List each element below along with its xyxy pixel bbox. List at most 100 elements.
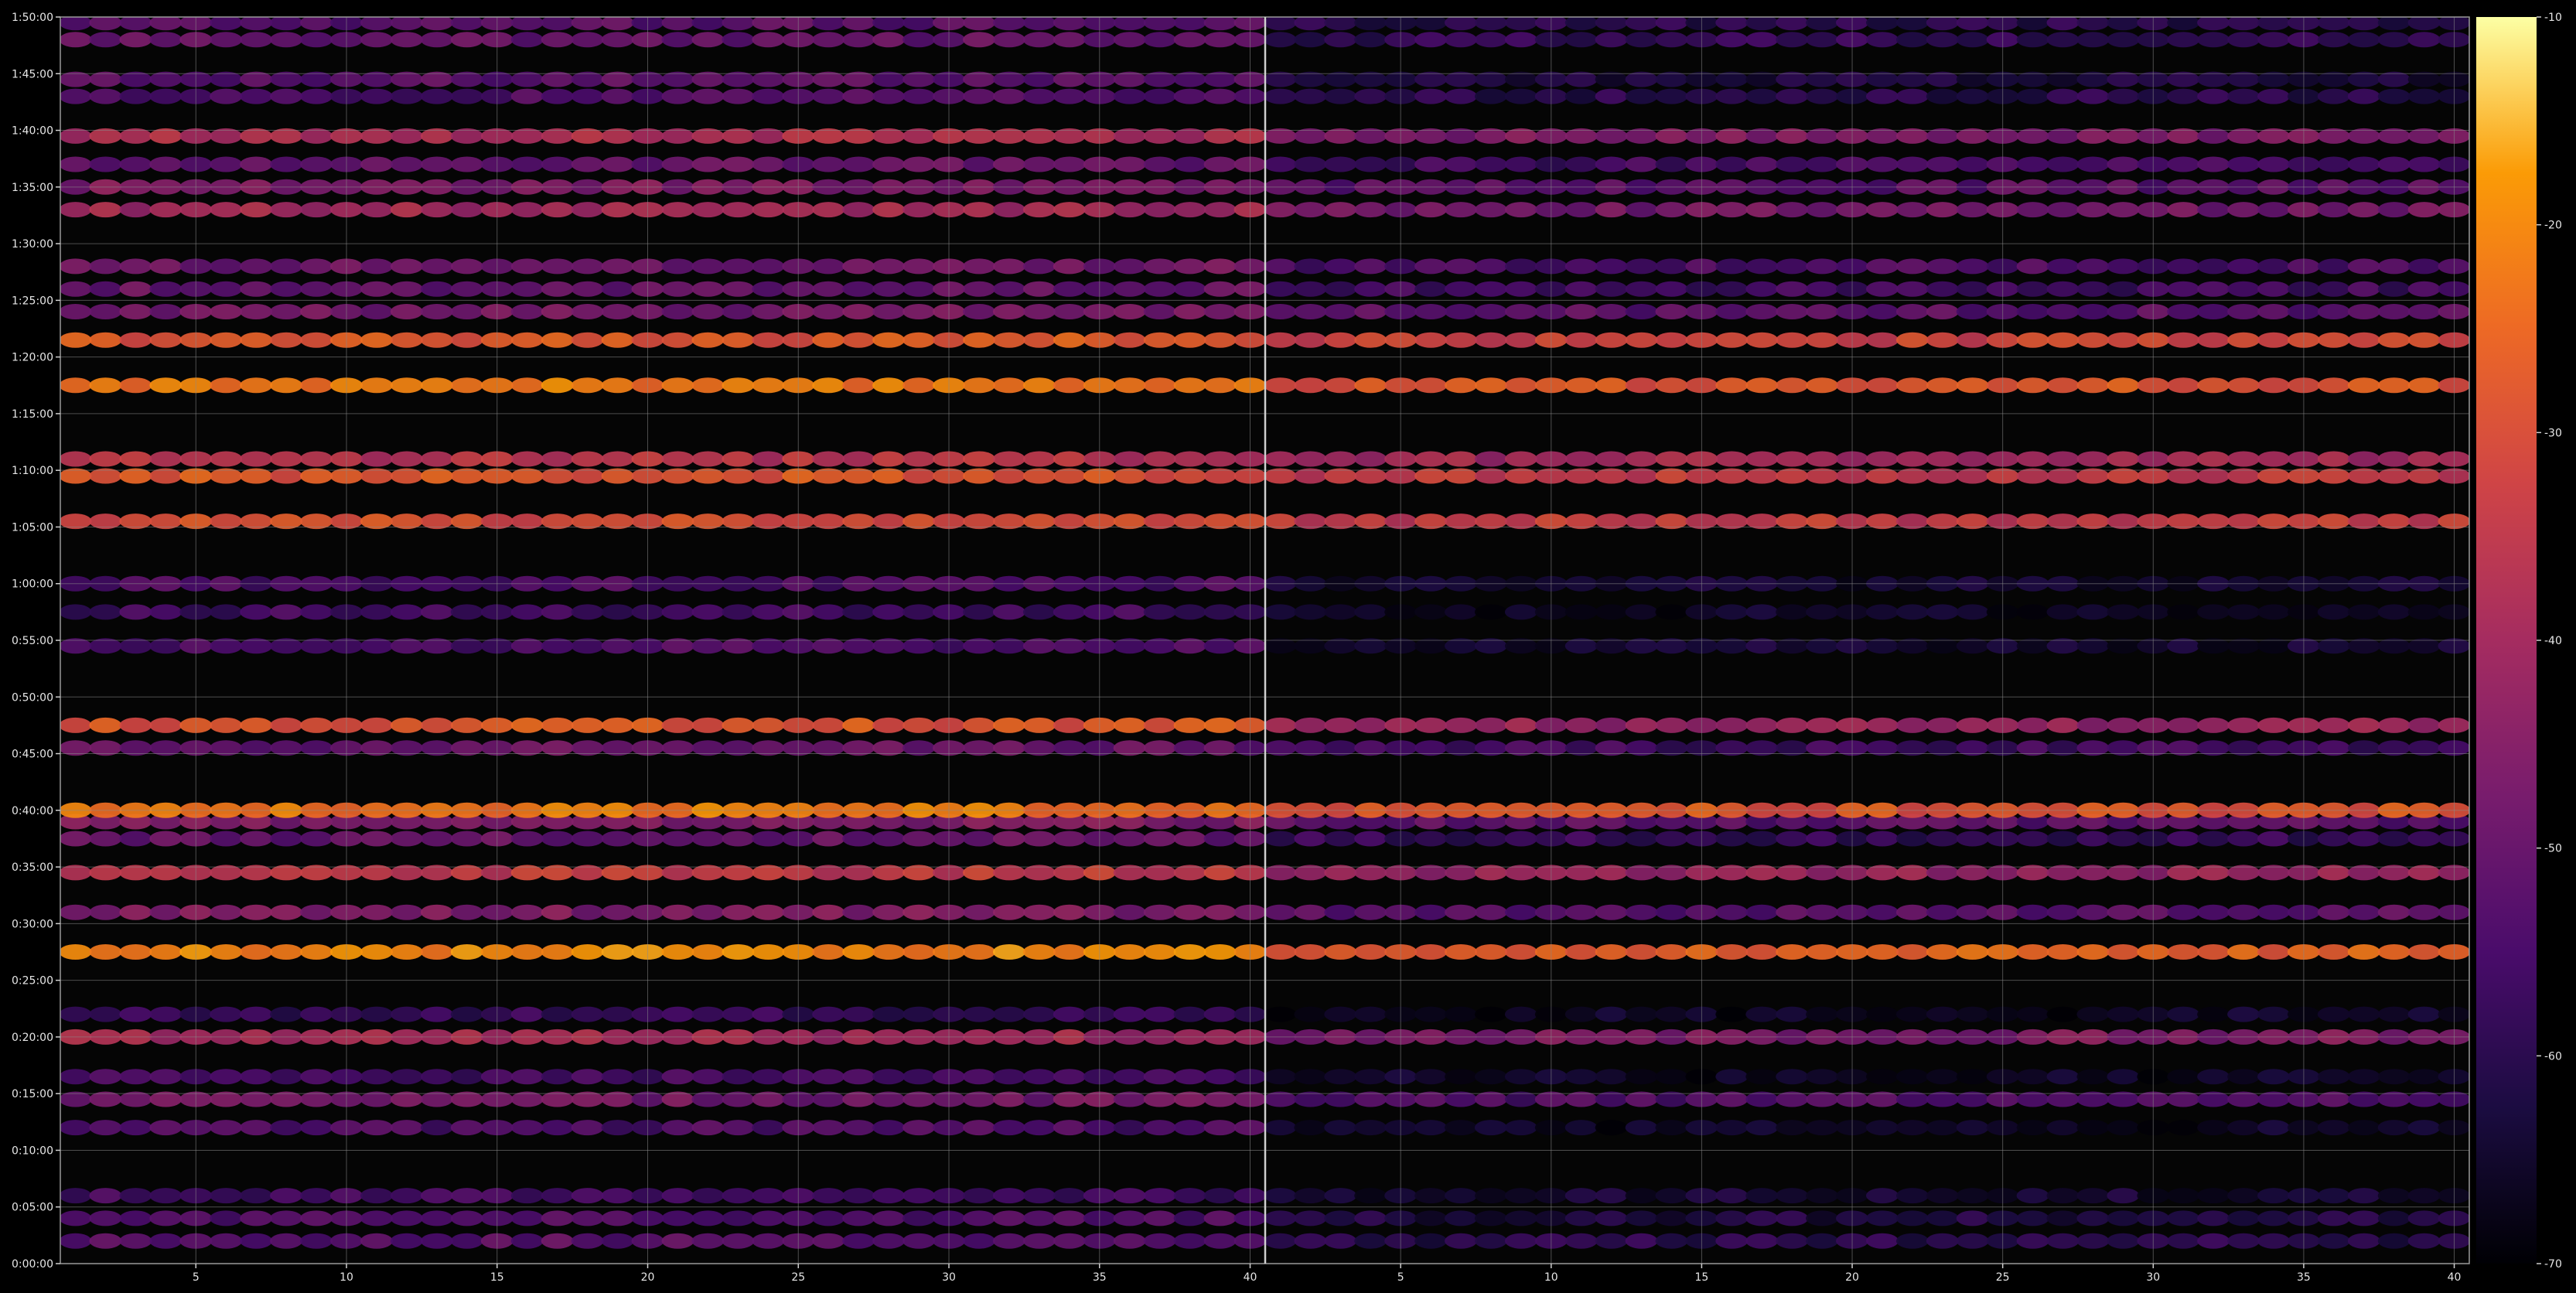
heatmap-cell: [119, 904, 152, 920]
heatmap-cell: [60, 258, 92, 275]
heatmap-cell: [1895, 258, 1929, 275]
heatmap-cell: [752, 377, 785, 394]
heatmap-cell: [420, 281, 453, 297]
heatmap-cell: [2227, 202, 2260, 218]
heatmap-cell: [1595, 904, 1628, 920]
heatmap-cell: [270, 304, 303, 319]
y-tick-label: 0:00:00: [12, 1258, 53, 1271]
heatmap-cell: [2076, 258, 2110, 275]
heatmap-cell: [2076, 156, 2110, 172]
heatmap-cell: [89, 1233, 122, 1249]
heatmap-cell: [360, 1120, 393, 1136]
heatmap-cell: [541, 451, 574, 467]
heatmap-cell: [2257, 258, 2290, 275]
heatmap-cell: [210, 831, 243, 847]
heatmap-cell: [119, 831, 152, 847]
heatmap-cell: [2046, 258, 2080, 275]
heatmap-cell: [270, 451, 303, 467]
heatmap-cell: [2227, 717, 2260, 733]
heatmap-cell: [149, 451, 183, 467]
heatmap-cell: [1445, 377, 1477, 394]
heatmap-cell: [2317, 1120, 2350, 1136]
heatmap-cell: [2046, 904, 2080, 920]
heatmap-cell: [1143, 831, 1176, 847]
heatmap-cell: [210, 451, 243, 467]
heatmap-cell: [2107, 1210, 2140, 1226]
heatmap-cell: [1294, 32, 1327, 48]
heatmap-cell: [1504, 944, 1537, 960]
heatmap-cell: [149, 1006, 183, 1022]
heatmap-cell: [661, 831, 694, 847]
heatmap-cell: [1445, 258, 1477, 275]
heatmap-cell: [149, 1233, 183, 1249]
heatmap-cell: [2046, 304, 2080, 319]
heatmap-cell: [1956, 332, 1989, 348]
heatmap-cell: [89, 831, 122, 847]
heatmap-cell: [2076, 332, 2110, 348]
heatmap-cell: [1354, 1233, 1387, 1249]
heatmap-cell: [872, 1120, 906, 1136]
heatmap-cell: [661, 1233, 694, 1249]
heatmap-cell: [722, 1233, 755, 1249]
heatmap-cell: [812, 281, 845, 297]
heatmap-cell: [2076, 1188, 2110, 1204]
heatmap-cell: [240, 904, 273, 920]
heatmap-cell: [2227, 1210, 2260, 1226]
heatmap-cell: [1625, 332, 1658, 348]
heatmap-cell: [2046, 1006, 2080, 1022]
heatmap-cell: [60, 831, 92, 847]
heatmap-cell: [722, 1210, 755, 1226]
heatmap-cell: [902, 717, 936, 733]
heatmap-cell: [1022, 944, 1056, 960]
heatmap-cell: [722, 717, 755, 733]
heatmap-cell: [752, 831, 785, 847]
colorbar-tick-label: -60: [2544, 1050, 2562, 1063]
heatmap-cell: [1113, 377, 1146, 394]
heatmap-cell: [872, 831, 906, 847]
heatmap-cell: [601, 904, 634, 920]
heatmap-cell: [992, 717, 1025, 733]
heatmap-cell: [210, 1210, 243, 1226]
heatmap-cell: [60, 88, 92, 104]
x-axis: 5 10 15 20 25 30 35 40 5 10 15 20 25 30 35 40: [193, 1264, 2461, 1284]
heatmap-cell: [1474, 1069, 1507, 1085]
heatmap-cell: [1053, 202, 1086, 218]
heatmap-cell: [510, 944, 544, 960]
heatmap-cell: [510, 281, 544, 297]
heatmap-cell: [1715, 88, 1749, 104]
heatmap-cell: [691, 1006, 725, 1022]
heatmap-cell: [872, 332, 906, 348]
heatmap-cell: [1294, 1120, 1327, 1136]
heatmap-cell: [1113, 156, 1146, 172]
heatmap-cell: [1173, 1069, 1206, 1085]
heatmap-cell: [691, 944, 725, 960]
heatmap-cell: [1474, 377, 1507, 394]
heatmap-cell: [1324, 944, 1357, 960]
heatmap-cell: [842, 304, 875, 319]
y-axis: 0:00:00 0:05:00 0:10:00 0:15:00 0:20:00 0:25:…: [12, 12, 60, 1271]
heatmap-cell: [1866, 1006, 1899, 1022]
heatmap-cell: [210, 258, 243, 275]
heatmap-cell: [119, 377, 152, 394]
heatmap-cell: [812, 604, 845, 620]
heatmap-cell: [119, 88, 152, 104]
x-tick-label: 25: [791, 1271, 805, 1284]
heatmap-cell: [210, 1120, 243, 1136]
heatmap-cell: [1956, 904, 1989, 920]
heatmap-cell: [2317, 831, 2350, 847]
heatmap-cell: [1324, 281, 1357, 297]
heatmap-cell: [992, 156, 1025, 172]
heatmap-cell: [1715, 1188, 1749, 1204]
y-tick-label: 1:30:00: [12, 238, 53, 251]
heatmap-cell: [1354, 32, 1387, 48]
heatmap-cell: [1956, 156, 1989, 172]
heatmap-cell: [1022, 156, 1056, 172]
heatmap-cell: [1022, 304, 1056, 319]
heatmap-cell: [510, 451, 544, 467]
heatmap-cell: [2107, 304, 2140, 319]
heatmap-cell: [571, 717, 604, 733]
heatmap-cell: [149, 377, 183, 394]
heatmap-cell: [2257, 202, 2290, 218]
heatmap-cell: [2317, 1006, 2350, 1022]
heatmap-cell: [722, 281, 755, 297]
